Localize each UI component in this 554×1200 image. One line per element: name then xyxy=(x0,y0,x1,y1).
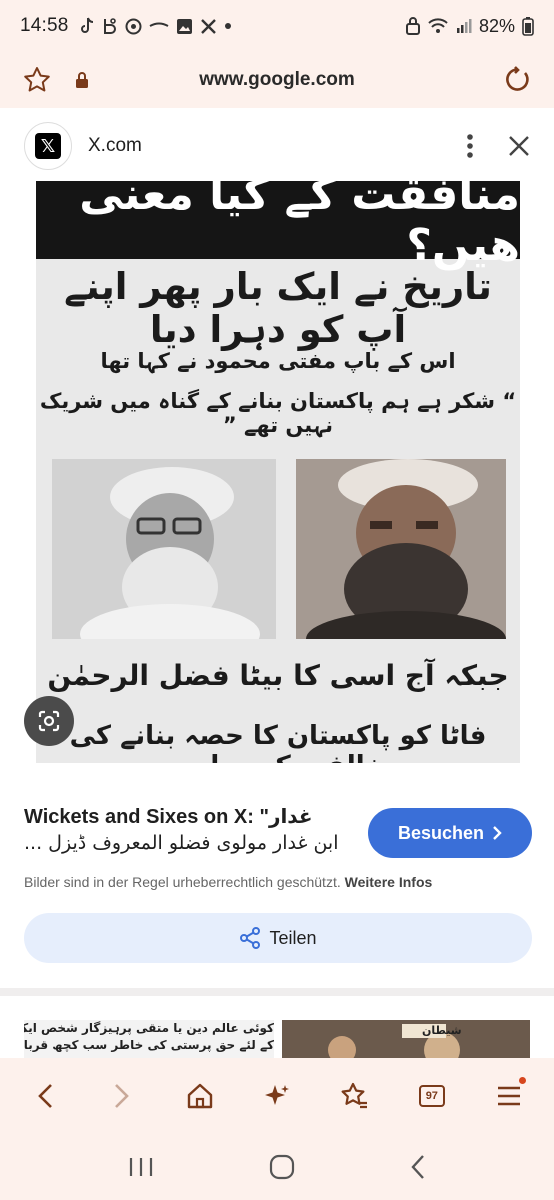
visit-button-label: Besuchen xyxy=(397,822,485,843)
lens-button[interactable] xyxy=(24,696,74,746)
wifi-icon xyxy=(428,18,448,33)
dash-icon xyxy=(149,22,169,27)
dot-icon xyxy=(224,23,231,29)
url-bar: www.google.com xyxy=(0,52,554,108)
b-icon xyxy=(103,18,116,34)
chevron-right-icon xyxy=(115,1084,129,1108)
battery-icon xyxy=(522,17,534,36)
copyright-text: Bilder sind in der Regel urheberrechtlic… xyxy=(24,874,341,890)
image-caption-2: فاٹا کو پاکستان کا حصہ بنانے کی مخالفت ک… xyxy=(69,721,487,763)
copyright-notice: Bilder sind in der Regel urheberrechtlic… xyxy=(24,874,532,890)
share-icon xyxy=(240,927,261,949)
menu-notification-dot xyxy=(519,1077,527,1084)
bookmark-star-icon xyxy=(341,1082,368,1109)
image-preview-sheet: 𝕏 X.com منافقت کے کیا معنی ھیں؟ تاریخ نے… xyxy=(0,108,554,1058)
site-logo: 𝕏 xyxy=(24,122,72,170)
section-divider xyxy=(0,988,554,996)
site-name: X.com xyxy=(88,135,142,156)
portrait-photo-left xyxy=(52,459,276,639)
related-image-right[interactable]: شیطان xyxy=(282,1020,530,1058)
tab-count-badge: 97 xyxy=(418,1085,445,1107)
menu-icon xyxy=(498,1086,521,1106)
chevron-right-icon xyxy=(493,826,502,840)
share-button[interactable]: Teilen xyxy=(24,913,532,963)
sparkle-icon xyxy=(264,1085,289,1105)
result-title[interactable]: Wickets and Sixes on X: "غدار ابن غدار م… xyxy=(24,804,354,856)
sheet-actions xyxy=(466,133,530,159)
tabs-button[interactable]: 97 xyxy=(409,1073,455,1119)
related-right-label: شیطان xyxy=(422,1024,462,1037)
related-left-line-2: کے لئے حق پرستی کی خاطر سب کچھ قربان کر … xyxy=(24,1038,274,1052)
back-nav-icon[interactable] xyxy=(410,1154,426,1180)
x-logo-icon: 𝕏 xyxy=(35,133,61,159)
sheet-header: 𝕏 X.com xyxy=(0,108,554,184)
notification-icons xyxy=(79,17,232,35)
close-icon[interactable] xyxy=(508,135,530,157)
reload-icon[interactable] xyxy=(504,66,532,94)
signal-icon xyxy=(456,19,472,33)
related-left-line-1: کوئی عالم دین یا متقی پرہیزگار شخص ایک ح… xyxy=(24,1021,274,1035)
back-button[interactable] xyxy=(22,1073,68,1119)
forward-button[interactable] xyxy=(99,1073,145,1119)
image-line-1: اس کے باپ مفتی محمود نے کہا تھا xyxy=(100,349,456,373)
bookmarks-button[interactable] xyxy=(331,1073,377,1119)
google-lens-icon xyxy=(38,710,60,732)
battery-level: 82% xyxy=(478,15,515,36)
share-button-label: Teilen xyxy=(269,927,317,948)
image-subhead: تاریخ نے ایک بار پھر اپنے آپ کو دہرا دیا xyxy=(64,265,492,351)
x-icon xyxy=(200,18,216,34)
home-button[interactable] xyxy=(177,1073,223,1119)
menu-button[interactable] xyxy=(486,1073,532,1119)
chat-icon xyxy=(125,18,142,34)
main-image[interactable]: منافقت کے کیا معنی ھیں؟ تاریخ نے ایک بار… xyxy=(36,181,520,763)
recents-icon[interactable] xyxy=(128,1156,154,1178)
image-headline: منافقت کے کیا معنی ھیں؟ xyxy=(79,181,520,271)
more-options-icon[interactable] xyxy=(466,133,474,159)
status-bar: 14:58 82% xyxy=(0,0,554,52)
image-icon xyxy=(176,18,192,34)
visit-button[interactable]: Besuchen xyxy=(368,808,532,858)
related-image-left[interactable]: کوئی عالم دین یا متقی پرہیزگار شخص ایک ح… xyxy=(24,1020,274,1058)
system-icons: 82% xyxy=(405,15,534,37)
ai-button[interactable] xyxy=(254,1073,300,1119)
star-icon[interactable] xyxy=(22,65,52,95)
result-title-line-1: Wickets and Sixes on X: "غدار xyxy=(24,806,313,828)
lock-icon xyxy=(405,17,420,35)
home-nav-icon[interactable] xyxy=(269,1154,295,1180)
browser-toolbar: 97 xyxy=(0,1058,554,1134)
system-nav-bar xyxy=(0,1134,554,1200)
image-caption-1: جبکہ آج اسی کا بیٹا فضل الرحمٰن xyxy=(47,659,509,692)
tiktok-icon xyxy=(80,17,93,33)
home-icon xyxy=(187,1083,212,1109)
image-headline-band: منافقت کے کیا معنی ھیں؟ xyxy=(36,181,520,271)
result-title-line-2: ابن غدار مولوی فضلو المعروف ڈیزل ... xyxy=(24,832,339,854)
more-info-link[interactable]: Weitere Infos xyxy=(345,874,433,890)
secure-lock-icon[interactable] xyxy=(74,71,90,89)
status-time: 14:58 xyxy=(20,15,69,36)
chevron-left-icon xyxy=(37,1084,52,1108)
portrait-photo-right xyxy=(296,459,506,639)
image-line-2: “ شکر ہے ہم پاکستان بنانے کے گناہ میں شر… xyxy=(39,389,517,437)
